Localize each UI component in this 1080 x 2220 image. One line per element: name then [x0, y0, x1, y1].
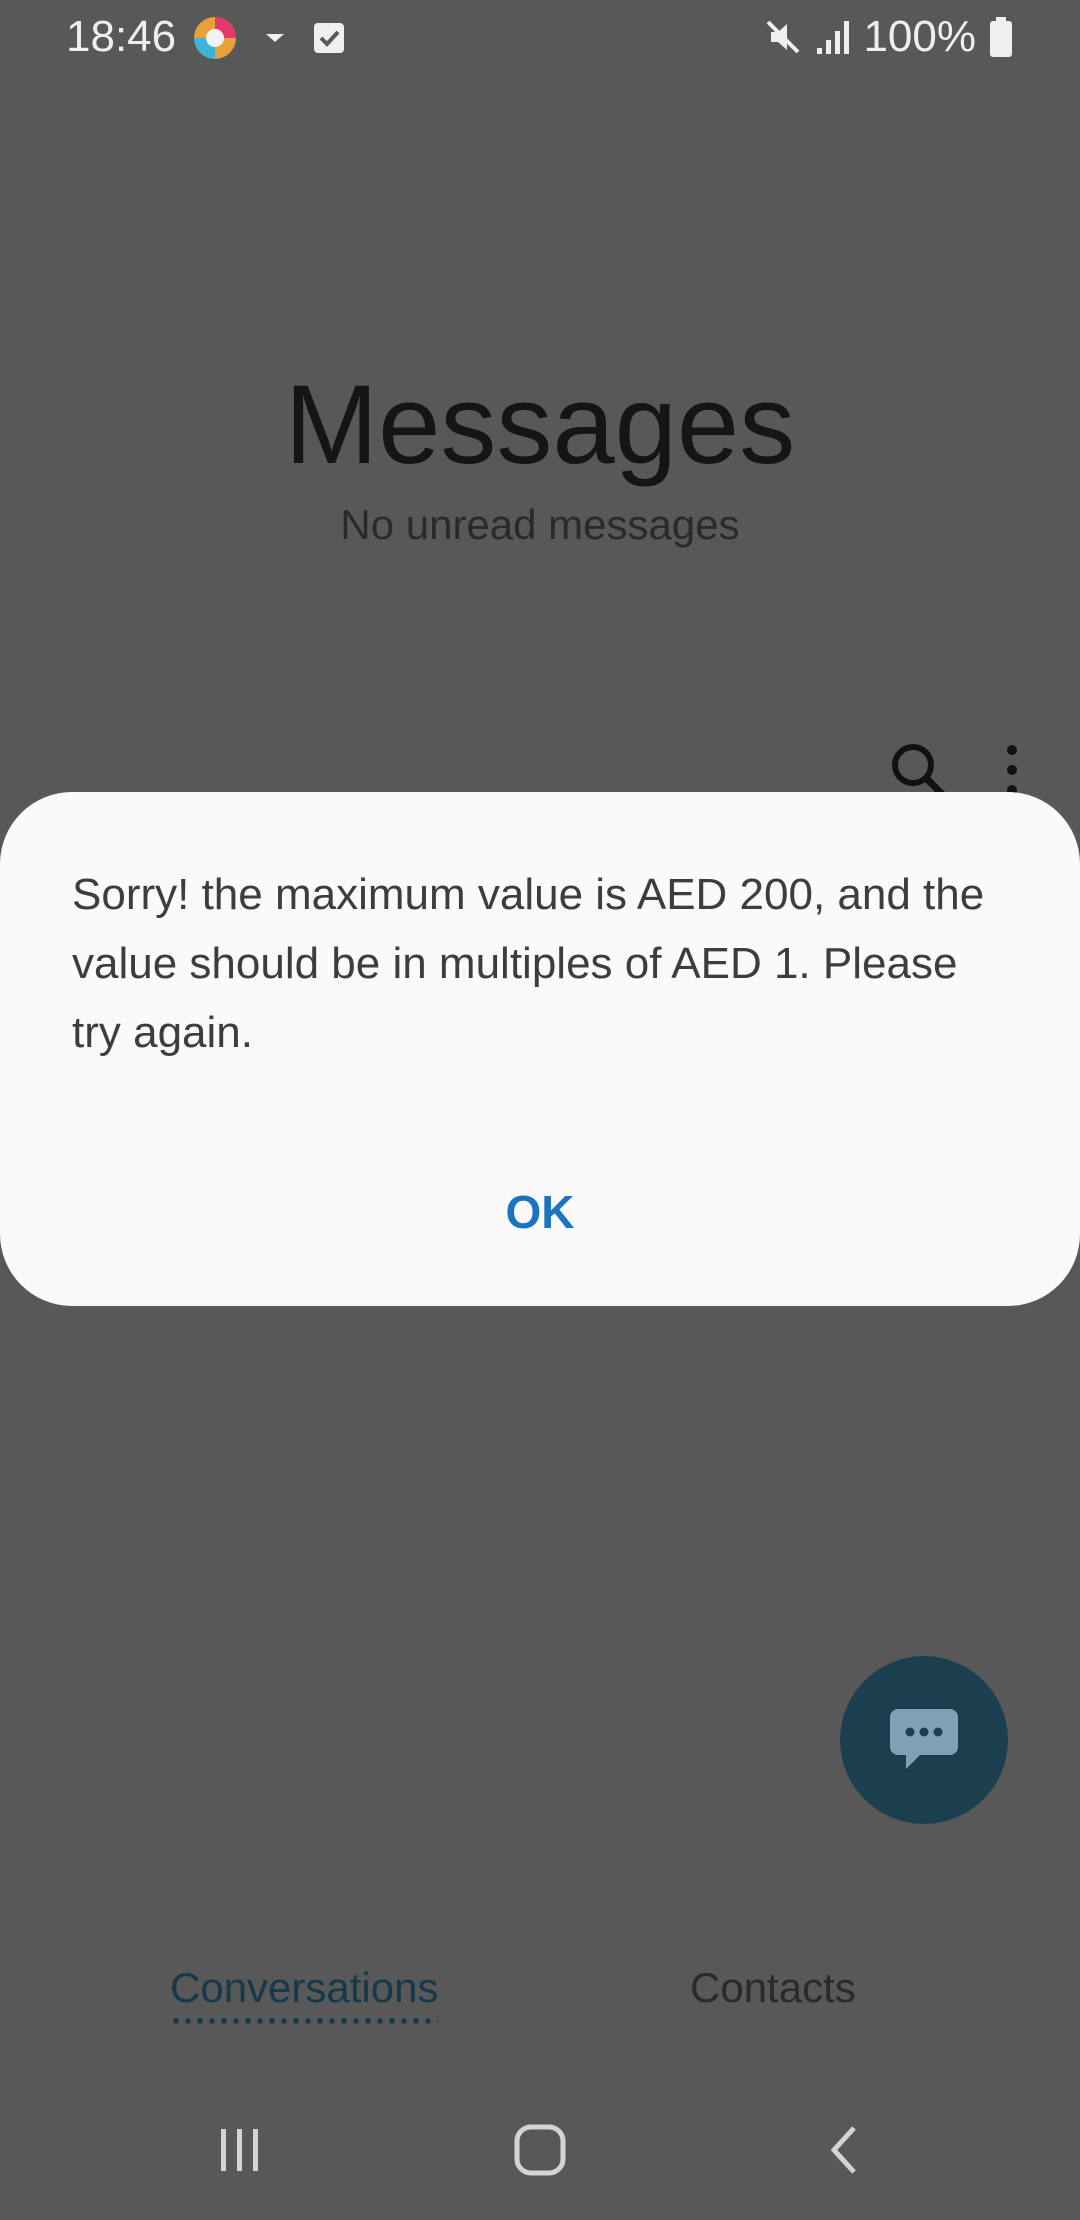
battery-percentage: 100% [863, 12, 976, 61]
signal-icon [817, 21, 850, 54]
status-bar: 18:46 100% [0, 0, 1080, 76]
tab-conversations[interactable]: Conversations [170, 1950, 439, 2026]
active-tab-indicator [170, 2018, 439, 2024]
app-notification-icon [194, 17, 236, 59]
more-options-icon[interactable] [1004, 740, 1020, 800]
tab-contacts-label: Contacts [690, 1964, 856, 2011]
page-subtitle: No unread messages [340, 501, 740, 548]
tab-conversations-label: Conversations [170, 1964, 439, 2011]
status-time: 18:46 [66, 12, 177, 61]
ok-button[interactable]: OK [390, 1162, 690, 1262]
search-icon[interactable] [888, 740, 948, 800]
recent-apps-icon [221, 2129, 258, 2171]
page-title: Messages [284, 362, 796, 487]
status-system-icons: 100% [763, 12, 1014, 62]
compose-message-icon [890, 1709, 958, 1769]
screen: 18:46 100% Messages No unread messages C… [0, 0, 1080, 2220]
battery-icon [990, 17, 1012, 57]
toolbar [888, 740, 1020, 800]
checkbox-notification-icon [314, 23, 344, 53]
bottom-tabs: Conversations Contacts [0, 1950, 1080, 2040]
home-button[interactable] [500, 2110, 580, 2190]
back-button[interactable] [804, 2110, 884, 2190]
back-icon [830, 2126, 856, 2174]
dialog-message: Sorry! the maximum value is AED 200, and… [72, 870, 985, 1057]
mute-icon [767, 20, 800, 54]
recent-apps-button[interactable] [200, 2110, 280, 2190]
home-icon [514, 2124, 566, 2176]
status-notification-icons [192, 14, 346, 62]
compose-button[interactable] [840, 1656, 1008, 1824]
chevron-down-icon [266, 34, 284, 42]
tab-contacts[interactable]: Contacts [690, 1950, 856, 2026]
navigation-bar [0, 2090, 1080, 2210]
alert-dialog: Sorry! the maximum value is AED 200, and… [0, 792, 1080, 1306]
